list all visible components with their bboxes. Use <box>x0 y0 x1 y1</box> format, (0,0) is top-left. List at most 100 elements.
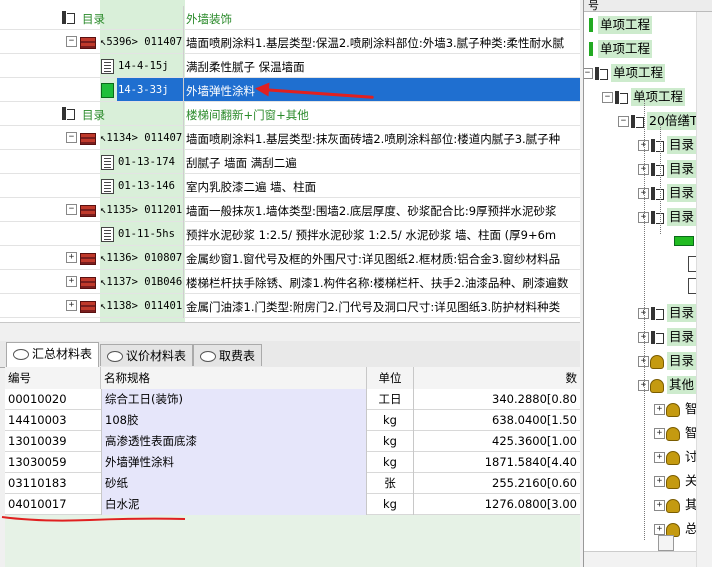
tree-row-code: 目录 <box>82 12 105 26</box>
column-separator <box>183 270 184 294</box>
tree-row-desc: 墙面喷刷涂料1.基层类型:抹灰面砖墙2.喷刷涂料部位:楼道内腻子3.腻子种 <box>186 132 561 146</box>
quota-list-icon <box>101 155 114 170</box>
col-unit-header[interactable]: 单位 <box>367 367 414 389</box>
expand-toggle-icon[interactable]: + <box>66 300 77 311</box>
tab-negotiated-materials[interactable]: 议价材料表 <box>100 344 194 366</box>
table-row[interactable]: 04010017 白水泥 kg 1276.0800[3.00 <box>5 494 580 515</box>
project-tree-item[interactable]: 目录 <box>667 352 697 370</box>
expand-toggle-icon[interactable]: + <box>654 404 665 415</box>
material-unit: 张 <box>367 473 414 494</box>
expand-toggle-icon[interactable]: − <box>66 204 77 215</box>
tree-row-item[interactable]: + ↖1136> 010807 金属纱窗1.窗代号及框的外围尺寸:详见图纸2.框材质… <box>0 246 580 270</box>
expand-toggle-icon[interactable]: + <box>654 428 665 439</box>
scroll-button[interactable] <box>658 535 674 551</box>
expand-toggle-icon[interactable]: + <box>654 476 665 487</box>
folder-icon <box>651 163 664 176</box>
tree-row-item[interactable]: − ↖1134> 011407 墙面喷刷涂料1.基层类型:抹灰面砖墙2.喷刷涂料部位… <box>0 126 580 150</box>
tree-row-directory[interactable]: 目录 楼梯间翻新+门窗+其他 <box>0 102 580 126</box>
column-separator <box>183 6 184 30</box>
material-quantity: 1276.0800[3.00 <box>484 497 577 511</box>
tree-row-code: ↖1134> 011407 <box>100 132 183 144</box>
expand-toggle-icon[interactable]: − <box>602 92 613 103</box>
annotation-underline <box>1 516 186 522</box>
col-qty-header[interactable]: 数 <box>414 367 580 389</box>
project-tree-item[interactable]: 其他 <box>667 376 697 394</box>
tree-row-quota[interactable]: 14-4-15j 满刮柔性腻子 保温墙面 <box>0 54 580 78</box>
green-marker-icon <box>589 18 593 32</box>
expand-toggle-icon[interactable]: − <box>618 116 629 127</box>
tree-row-desc: 满刮柔性腻子 保温墙面 <box>186 60 305 74</box>
project-tree-item[interactable]: 目录 <box>667 304 697 322</box>
expand-toggle-icon[interactable]: + <box>66 252 77 263</box>
project-tree-item[interactable]: 20倍缮T <box>647 112 700 130</box>
tree-row-quota[interactable]: 01-13-146 室内乳胶漆二遍 墙、柱面 <box>0 174 580 198</box>
tab-summary-materials[interactable]: 汇总材料表 <box>6 342 100 367</box>
project-tree-item[interactable]: 目录 <box>667 328 697 346</box>
table-row[interactable]: 13030059 外墙弹性涂料 kg 1871.5840[4.40 <box>5 452 580 473</box>
table-row[interactable]: 03110183 砂纸张 255.2160[0.60 <box>5 473 580 494</box>
project-tree-item[interactable]: 单项工程 <box>631 88 686 106</box>
person-icon <box>666 475 680 489</box>
column-separator <box>183 126 184 150</box>
material-quantity: 255.2160[0.60 <box>492 476 577 490</box>
splitter[interactable] <box>0 322 580 342</box>
material-name: 白水泥 <box>101 494 367 515</box>
tree-row-quota[interactable]: 01-13-174 刮腻子 墙面 满刮二遍 <box>0 150 580 174</box>
column-separator <box>183 30 184 54</box>
project-tree-item[interactable]: 目录 <box>667 136 697 154</box>
tree-row-code: 01-11-5hs <box>118 228 175 240</box>
tree-row-quota[interactable]: 01-11-5hs 预拌水泥砂浆 1:2.5/ 预拌水泥砂浆 1:2.5/ 水泥砂… <box>0 222 580 246</box>
material-quantity: 1871.5840[4.40 <box>484 455 577 469</box>
expand-toggle-icon[interactable]: − <box>66 132 77 143</box>
tree-row-code: ↖1136> 010807 <box>100 252 183 264</box>
project-tree-item[interactable]: 单项工程 <box>598 40 653 58</box>
brick-item-icon <box>80 253 96 265</box>
folder-icon <box>651 187 664 200</box>
table-row[interactable]: 14410003 108胶 kg 638.0400[1.50 <box>5 410 580 431</box>
project-tree-item[interactable]: 单项工程 <box>598 16 653 34</box>
column-separator <box>183 246 184 270</box>
project-tree-item[interactable]: 单项工程 <box>611 64 666 82</box>
material-unit: kg <box>367 494 414 515</box>
tree-row-item[interactable]: − ↖5396> 011407 墙面喷刷涂料1.基层类型:保温2.喷刷涂料部位:外墙… <box>0 30 580 54</box>
green-marker-icon <box>589 42 593 56</box>
quota-list-icon <box>101 227 114 242</box>
tree-row-desc: 金属纱窗1.窗代号及框的外围尺寸:详见图纸2.框材质:铝合金3.窗纱材料品 <box>186 252 561 266</box>
vertical-scrollbar[interactable] <box>696 12 712 567</box>
expand-toggle-icon[interactable]: + <box>654 500 665 511</box>
horizontal-scrollbar[interactable] <box>584 551 696 567</box>
col-code-header[interactable]: 编号 <box>5 367 101 389</box>
tree-row-item[interactable]: + ↖1138> 011401 金属门油漆1.门类型:附房门2.门代号及洞口尺寸:详… <box>0 294 580 318</box>
tree-row-code: 01-13-146 <box>118 180 175 192</box>
column-separator <box>183 174 184 198</box>
expand-toggle-icon[interactable]: − <box>584 68 593 79</box>
expand-toggle-icon[interactable]: + <box>654 524 665 535</box>
brick-item-icon <box>80 133 96 145</box>
material-code: 13010039 <box>8 434 67 448</box>
col-name-header[interactable]: 名称规格 <box>101 367 367 389</box>
tree-row-directory[interactable]: 目录 外墙装饰 <box>0 6 580 30</box>
table-row[interactable]: 13010039 高渗透性表面底漆 kg 425.3600[1.00 <box>5 431 580 452</box>
table-row[interactable]: 00010020 综合工日(装饰) 工日 340.2880[0.80 <box>5 389 580 410</box>
table-header: 编号 名称规格 单位 数 <box>5 367 580 390</box>
material-code: 00010020 <box>8 392 67 406</box>
tree-row-desc: 外墙弹性涂料 <box>186 84 255 98</box>
tree-row-code: ↖1137> 01B046 <box>100 276 183 288</box>
material-name: 108胶 <box>101 410 367 431</box>
person-icon <box>666 427 680 441</box>
project-tree-item[interactable]: 目录 <box>667 184 697 202</box>
brick-item-icon <box>80 37 96 49</box>
tree-row-desc: 墙面喷刷涂料1.基层类型:保温2.喷刷涂料部位:外墙3.腻子种类:柔性耐水腻 <box>186 36 565 50</box>
tree-row-item[interactable]: + ↖1137> 01B046 楼梯栏杆扶手除锈、刷漆1.构件名称:楼梯栏杆、扶手2… <box>0 270 580 294</box>
tree-row-item[interactable]: − ↖1135> 011201 墙面一般抹灰1.墙体类型:围墙2.底层厚度、砂浆配合… <box>0 198 580 222</box>
folder-icon <box>651 211 664 224</box>
project-tree-item[interactable]: 目录 <box>667 208 697 226</box>
tree-row-desc: 墙面一般抹灰1.墙体类型:围墙2.底层厚度、砂浆配合比:9厚预拌水泥砂浆 <box>186 204 557 218</box>
expand-toggle-icon[interactable]: + <box>654 452 665 463</box>
material-unit: kg <box>367 431 414 452</box>
tab-fee-table[interactable]: 取费表 <box>193 344 263 366</box>
expand-toggle-icon[interactable]: − <box>66 36 77 47</box>
tree-row-desc: 楼梯间翻新+门窗+其他 <box>186 108 309 122</box>
project-tree-item[interactable]: 目录 <box>667 160 697 178</box>
expand-toggle-icon[interactable]: + <box>66 276 77 287</box>
